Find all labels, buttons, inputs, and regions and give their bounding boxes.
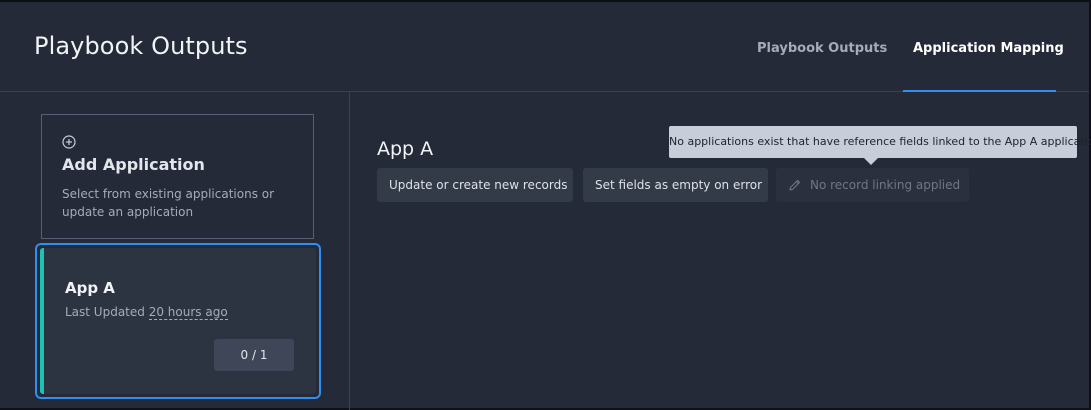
plus-circle-icon [62,135,76,149]
last-updated-label: Last Updated [65,305,145,319]
record-linking-label: No record linking applied [810,178,961,192]
mapping-count-badge: 0 / 1 [214,339,294,371]
record-linking-tooltip: No applications exist that have referenc… [669,126,1091,158]
active-tab-indicator [903,90,1056,92]
sidebar-divider [349,92,350,410]
tab-playbook-outputs[interactable]: Playbook Outputs [757,41,887,56]
last-updated-time: 20 hours ago [148,305,228,320]
add-application-description: Select from existing applications or upd… [62,187,275,219]
main-app-title: App A [377,138,434,160]
app-card-title: App A [65,279,115,297]
tab-application-mapping[interactable]: Application Mapping [913,41,1064,56]
update-or-create-records-button[interactable]: Update or create new records [377,168,573,202]
set-fields-empty-on-error-button[interactable]: Set fields as empty on error [583,168,768,202]
tooltip-arrow [864,158,878,165]
app-window: Playbook Outputs Playbook Outputs Applic… [0,0,1091,410]
app-card-body: App A Last Updated 20 hours ago 0 / 1 [40,248,316,394]
page-header: Playbook Outputs Playbook Outputs Applic… [0,2,1089,92]
add-application-title: Add Application [62,155,205,174]
pencil-icon [789,179,801,191]
record-linking-button: No record linking applied [776,168,969,202]
add-application-card[interactable]: Add Application Select from existing app… [41,114,314,239]
app-card-accent-bar [40,248,44,394]
page-title: Playbook Outputs [34,32,248,60]
app-card-last-updated: Last Updated 20 hours ago [65,305,228,320]
app-card-app-a[interactable]: App A Last Updated 20 hours ago 0 / 1 [35,243,321,399]
